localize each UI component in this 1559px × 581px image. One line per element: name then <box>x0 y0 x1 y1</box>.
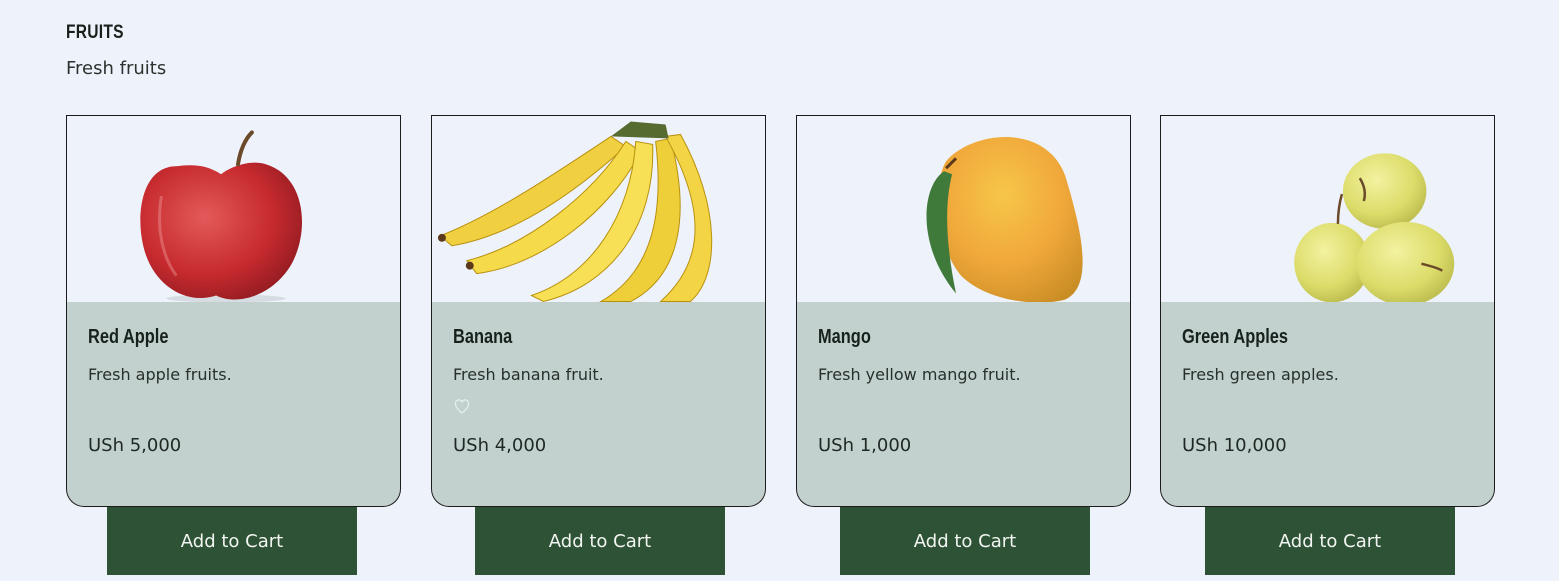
product-image-red-apple[interactable] <box>67 116 400 302</box>
product-price: USh 10,000 <box>1182 435 1287 456</box>
product-image-green-apples[interactable] <box>1161 116 1494 302</box>
product-price: USh 1,000 <box>818 435 912 456</box>
heart-icon[interactable] <box>452 396 472 416</box>
product-description: Fresh apple fruits. <box>88 365 232 384</box>
product-name[interactable]: Red Apple <box>88 326 168 349</box>
section-subtitle: Fresh fruits <box>66 58 167 79</box>
product-name[interactable]: Mango <box>818 326 871 349</box>
product-price: USh 5,000 <box>88 435 182 456</box>
product-image-mango[interactable] <box>797 116 1130 302</box>
red-apple-image <box>140 130 303 302</box>
product-image-banana[interactable] <box>432 116 765 302</box>
green-apples-image <box>1294 153 1455 302</box>
product-name[interactable]: Green Apples <box>1182 326 1288 349</box>
product-name[interactable]: Banana <box>453 326 512 349</box>
product-price: USh 4,000 <box>453 435 547 456</box>
add-to-cart-button-red-apple[interactable]: Add to Cart <box>107 507 357 575</box>
banana-image <box>437 121 713 302</box>
add-to-cart-button-banana[interactable]: Add to Cart <box>475 507 725 575</box>
product-card-banana[interactable]: Banana Fresh banana fruit. USh 4,000 <box>431 115 766 507</box>
product-description: Fresh green apples. <box>1182 365 1339 384</box>
product-card-red-apple[interactable]: Red Apple Fresh apple fruits. USh 5,000 <box>66 115 401 507</box>
add-to-cart-button-mango[interactable]: Add to Cart <box>840 507 1090 575</box>
product-description: Fresh yellow mango fruit. <box>818 365 1021 384</box>
product-card-mango[interactable]: Mango Fresh yellow mango fruit. USh 1,00… <box>796 115 1131 507</box>
section-title: FRUITS <box>66 22 124 43</box>
mango-image <box>926 137 1083 302</box>
fruits-section: FRUITS Fresh fruits Red Apple Fresh appl… <box>0 0 1559 581</box>
product-card-green-apples[interactable]: Green Apples Fresh green apples. USh 10,… <box>1160 115 1495 507</box>
add-to-cart-button-green-apples[interactable]: Add to Cart <box>1205 507 1455 575</box>
product-description: Fresh banana fruit. <box>453 365 604 384</box>
